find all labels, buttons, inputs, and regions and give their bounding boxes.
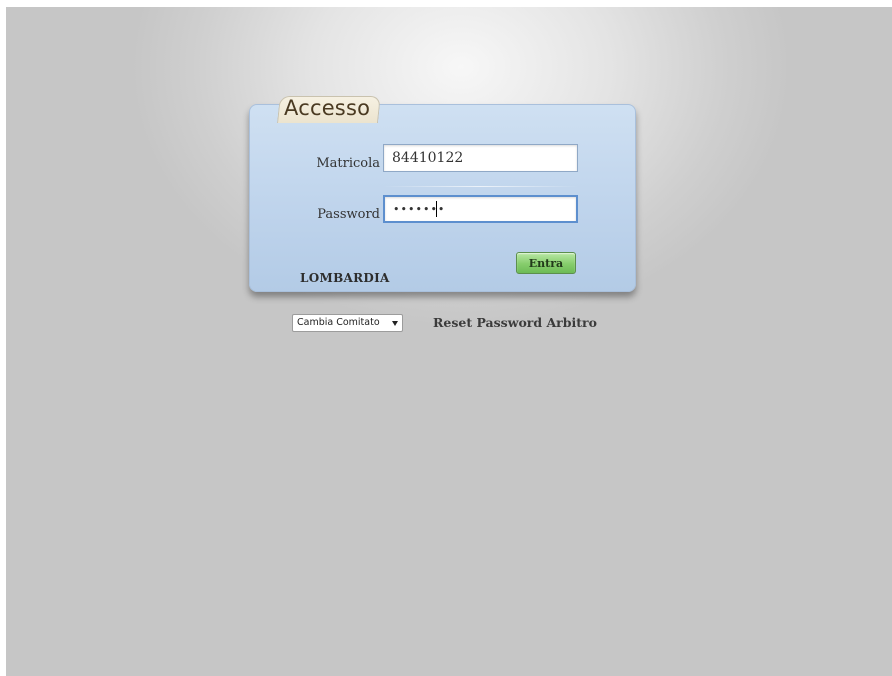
field-divider bbox=[383, 186, 578, 187]
region-label: LOMBARDIA bbox=[300, 271, 390, 285]
committee-select[interactable]: Cambia Comitato bbox=[292, 314, 403, 332]
entra-button[interactable]: Entra bbox=[516, 252, 576, 274]
chevron-down-icon bbox=[392, 321, 398, 326]
password-label: Password bbox=[317, 207, 380, 222]
text-caret bbox=[436, 201, 437, 217]
login-tab-title: Accesso bbox=[284, 96, 371, 120]
committee-select-value: Cambia Comitato bbox=[297, 317, 380, 328]
matricola-input[interactable] bbox=[383, 144, 578, 172]
matricola-label: Matricola bbox=[316, 156, 380, 171]
reset-password-link[interactable]: Reset Password Arbitro bbox=[433, 315, 597, 330]
password-input[interactable] bbox=[383, 195, 578, 223]
